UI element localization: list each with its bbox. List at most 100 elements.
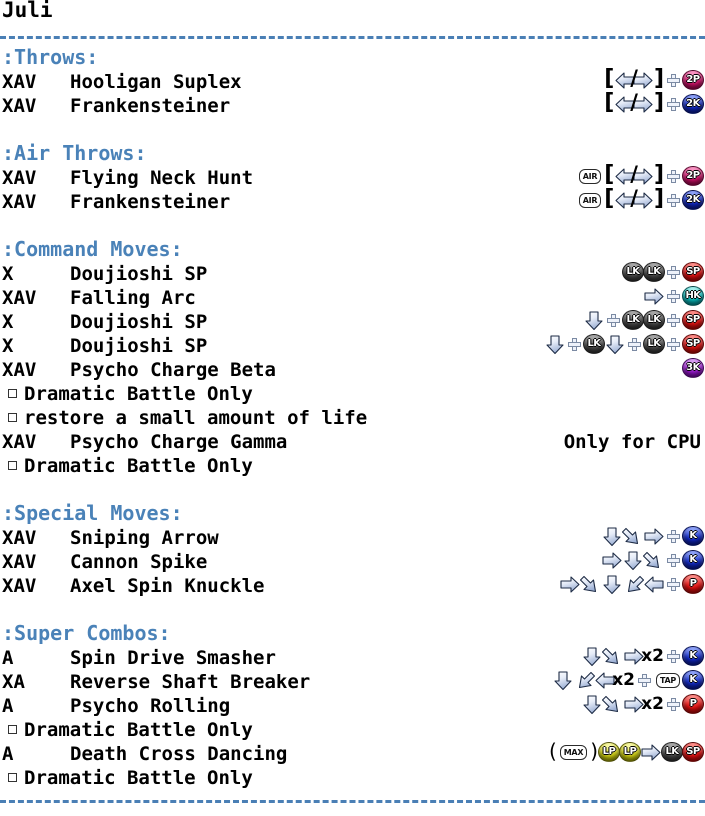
move-row: XAV Hooligan Suplex [/] 2P xyxy=(0,67,705,93)
button-icon-lk: LK xyxy=(622,262,644,282)
move-availability-flags: XAV xyxy=(2,287,37,309)
plus-icon xyxy=(667,529,680,543)
move-input-notation: x2 K xyxy=(582,644,704,668)
arrow-down-icon xyxy=(601,574,623,595)
button-icon-label: HK xyxy=(685,290,701,301)
button-icon-sp: SP xyxy=(682,334,704,354)
button-icon-label: K xyxy=(689,674,697,685)
tag-tap: TAP xyxy=(656,672,680,688)
move-availability-flags: XAV xyxy=(2,191,37,213)
arrow-downleft-icon xyxy=(573,670,596,691)
button-icon-sp: SP xyxy=(682,262,704,282)
arrow-down-icon xyxy=(552,670,574,691)
move-input-notation: K xyxy=(601,524,704,548)
button-icon-label: 2P xyxy=(686,74,700,85)
button-icon-label: LK xyxy=(665,746,679,757)
button-icon-k: K xyxy=(682,646,704,666)
move-availability-flags: X xyxy=(2,335,14,357)
move-availability-flags: XAV xyxy=(2,551,37,573)
button-icon-2k: 2K xyxy=(682,94,704,114)
button-icon-label: 2K xyxy=(686,194,700,205)
move-note-text: Dramatic Battle Only xyxy=(24,383,253,405)
arrow-downright-icon xyxy=(580,574,602,595)
move-name: Doujioshi SP xyxy=(70,335,208,357)
move-note: Dramatic Battle Only xyxy=(8,719,253,741)
button-icon-lp: LP xyxy=(598,742,620,762)
note-bullet-icon xyxy=(8,389,17,398)
arrow-down-icon xyxy=(544,334,566,355)
arrow-down-icon xyxy=(583,310,605,331)
arrow-down-icon xyxy=(601,526,623,547)
section-heading: :Super Combos: xyxy=(2,621,171,645)
repeat-multiplier: x2 xyxy=(641,645,664,666)
arrow-downright-icon xyxy=(622,526,644,547)
button-icon-label: LK xyxy=(647,266,661,277)
move-name: Death Cross Dancing xyxy=(70,743,288,765)
move-note: Dramatic Battle Only xyxy=(8,767,253,789)
move-availability-flags: XA xyxy=(2,671,25,693)
move-input-notation: LK LK SP xyxy=(583,308,704,332)
button-icon-label: K xyxy=(689,650,697,661)
move-availability-flags: A xyxy=(2,647,14,669)
button-icon-label: LP xyxy=(602,746,616,757)
or-slash-symbol: / xyxy=(630,185,638,210)
movelist-page: Juli :Throws: XAV Hooligan Suplex[/] 2P XAV F… xyxy=(0,0,705,816)
plus-icon xyxy=(667,73,680,87)
button-icon-k: K xyxy=(682,550,704,570)
bracket-symbol: ] xyxy=(653,90,664,115)
button-icon-label: LK xyxy=(647,314,661,325)
plus-icon xyxy=(667,313,680,327)
move-name: Doujioshi SP xyxy=(70,263,208,285)
move-note: Dramatic Battle Only xyxy=(8,383,253,405)
move-note: restore a small amount of life xyxy=(8,407,367,429)
move-name: Frankensteiner xyxy=(70,191,231,213)
move-input-notation: AIR[/] 2P xyxy=(577,163,704,188)
button-icon-2p: 2P xyxy=(682,166,704,186)
move-input-notation: x2 P xyxy=(581,692,704,716)
arrow-downleft-icon xyxy=(622,574,644,595)
section-heading: :Throws: xyxy=(2,45,99,69)
move-availability-flags: XAV xyxy=(2,575,37,597)
move-row: X Doujioshi SP LK LK SP xyxy=(0,332,705,357)
move-input-notation: x2 TAP K xyxy=(552,668,704,692)
move-availability-flags: XAV xyxy=(2,167,37,189)
move-name: Hooligan Suplex xyxy=(70,71,242,93)
move-row: XAV Psycho Charge Beta 3K xyxy=(0,356,705,381)
button-icon-label: LK xyxy=(626,266,640,277)
arrow-right-icon xyxy=(601,550,623,571)
plus-icon xyxy=(667,193,680,207)
button-icon-label: P xyxy=(689,578,697,589)
arrow-down-icon xyxy=(581,694,603,715)
button-icon-2p: 2P xyxy=(682,70,704,90)
button-icon-lp: LP xyxy=(619,742,641,762)
move-row: XAV Falling Arc HK xyxy=(0,284,705,309)
button-icon-sp: SP xyxy=(682,310,704,330)
arrow-down-icon xyxy=(622,550,644,571)
move-note-text: Dramatic Battle Only xyxy=(24,767,253,789)
section-heading: :Special Moves: xyxy=(2,501,183,525)
move-availability-flags: XAV xyxy=(2,359,37,381)
move-note-row: Dramatic Battle Only xyxy=(0,764,705,789)
move-input-notation: K xyxy=(601,548,704,572)
button-icon-label: LK xyxy=(587,338,601,349)
move-row: XAV Frankensteiner AIR[/] 2K xyxy=(0,185,705,213)
button-icon-label: 3K xyxy=(686,362,700,373)
move-input-notation: (MAX) LP LP LK SP xyxy=(549,740,704,764)
move-note: Dramatic Battle Only xyxy=(8,455,253,477)
move-input-notation: LK LK SP xyxy=(622,260,704,284)
arrow-right-icon xyxy=(643,526,665,547)
move-row: X Doujioshi SP LK LK SP xyxy=(0,260,705,285)
section-heading-row: :Super Combos: xyxy=(0,620,705,645)
plus-icon xyxy=(568,337,581,351)
button-icon-3k: 3K xyxy=(682,358,704,378)
arrow-right-icon xyxy=(643,286,665,307)
button-icon-2k: 2K xyxy=(682,190,704,210)
move-input-notation: 3K xyxy=(682,356,704,380)
move-name: Sniping Arrow xyxy=(70,527,219,549)
button-icon-lk: LK xyxy=(643,262,665,282)
move-row: XAV Axel Spin Knuckle P xyxy=(0,572,705,597)
move-availability-flags: X xyxy=(2,263,14,285)
move-input-notation: AIR[/] 2K xyxy=(577,185,704,212)
